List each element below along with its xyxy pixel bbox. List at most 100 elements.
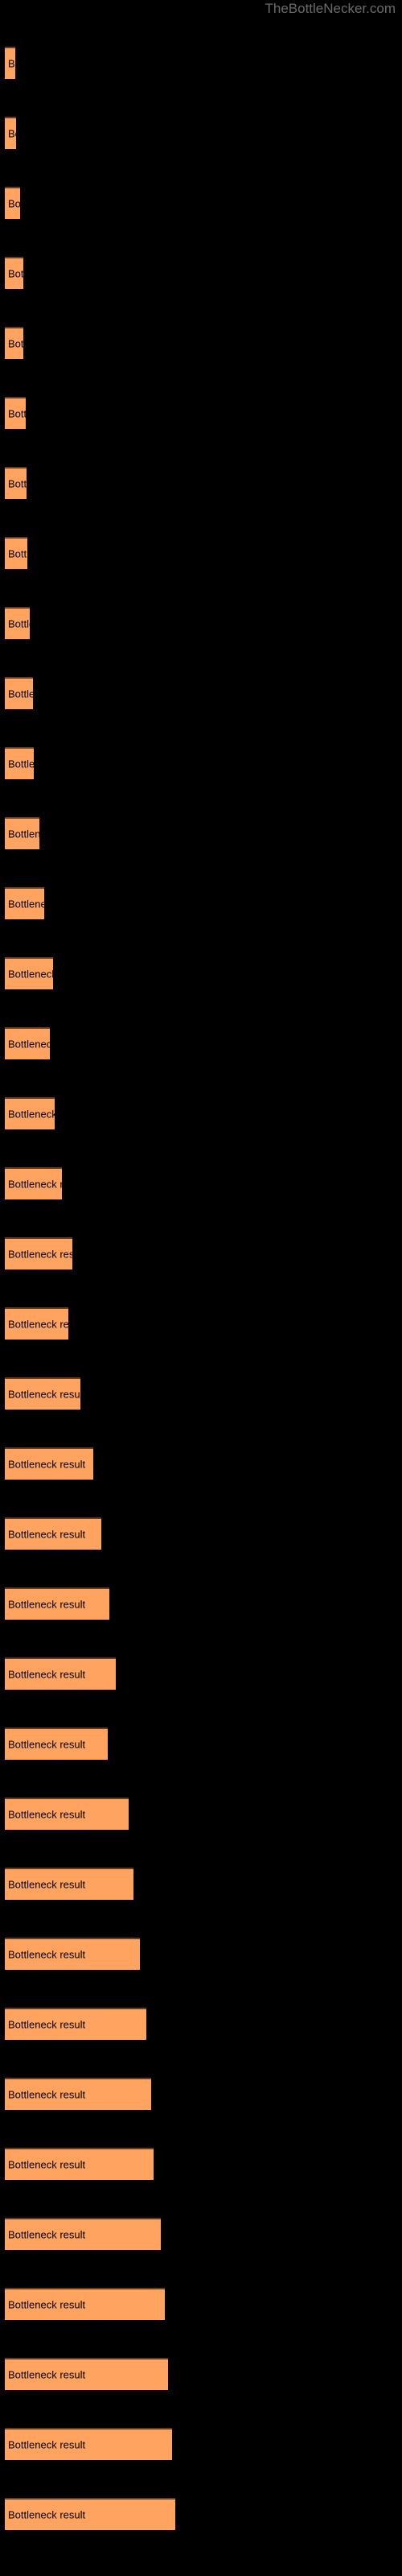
bar[interactable]: Bottleneck result: [5, 257, 23, 289]
bar[interactable]: Bottleneck result: [5, 1657, 116, 1690]
bar[interactable]: Bottleneck result: [5, 467, 27, 499]
bar-row: Bottleneck result: [0, 1167, 402, 1199]
bar-row: Bottleneck result: [0, 677, 402, 709]
bar-row: Bottleneck result: [0, 1798, 402, 1830]
bar-label: Bottleneck result: [8, 1808, 86, 1821]
bar-row: Bottleneck result: [0, 817, 402, 849]
bar-row: Bottleneck result: [0, 2078, 402, 2110]
bar-row: Bottleneck result: [0, 1587, 402, 1620]
bar-label: Bottleneck result: [8, 2508, 86, 2521]
bar-row: Bottleneck result: [0, 2358, 402, 2390]
bar-row: Bottleneck result: [0, 1027, 402, 1059]
bar-row: Bottleneck result: [0, 887, 402, 919]
bar[interactable]: Bottleneck result: [5, 397, 26, 429]
bar[interactable]: Bottleneck result: [5, 1167, 62, 1199]
bar-row: Bottleneck result: [0, 537, 402, 569]
bar[interactable]: Bottleneck result: [5, 1798, 129, 1830]
bar-label: Bottleneck result: [8, 2018, 86, 2031]
bar-row: Bottleneck result: [0, 2008, 402, 2040]
bar[interactable]: Bottleneck result: [5, 1097, 55, 1129]
bar-label: Bottleneck result: [8, 1948, 86, 1961]
bar[interactable]: Bottleneck result: [5, 1938, 140, 1970]
bar-label: Bottleneck result: [8, 547, 27, 560]
bar[interactable]: Bottleneck result: [5, 47, 15, 79]
bar-row: Bottleneck result: [0, 1938, 402, 1970]
bar-row: Bottleneck result: [0, 117, 402, 149]
bar[interactable]: Bottleneck result: [5, 1377, 80, 1410]
bar-row: Bottleneck result: [0, 1517, 402, 1550]
bar[interactable]: Bottleneck result: [5, 2498, 175, 2530]
bar-label: Bottleneck result: [8, 828, 39, 840]
bar[interactable]: Bottleneck result: [5, 1728, 108, 1760]
bar-label: Bottleneck result: [8, 1458, 86, 1471]
bar[interactable]: Bottleneck result: [5, 607, 30, 639]
bar-label: Bottleneck result: [8, 2298, 86, 2311]
bar-row: Bottleneck result: [0, 1377, 402, 1410]
bar[interactable]: Bottleneck result: [5, 1868, 133, 1900]
bar-row: Bottleneck result: [0, 1868, 402, 1900]
bar-label: Bottleneck result: [8, 197, 20, 210]
bar-row: Bottleneck result: [0, 1657, 402, 1690]
bar[interactable]: Bottleneck result: [5, 1447, 93, 1480]
bar-label: Bottleneck result: [8, 1248, 72, 1261]
bar[interactable]: Bottleneck result: [5, 2078, 151, 2110]
bar-label: Bottleneck result: [8, 617, 30, 630]
bar-label: Bottleneck result: [8, 1598, 86, 1611]
bar[interactable]: Bottleneck result: [5, 2008, 146, 2040]
bar-label: Bottleneck result: [8, 407, 26, 420]
bar-label: Bottleneck result: [8, 2158, 86, 2171]
bar-row: Bottleneck result: [0, 2288, 402, 2320]
bar-row: Bottleneck result: [0, 2148, 402, 2180]
bar-label: Bottleneck result: [8, 477, 27, 490]
bar[interactable]: Bottleneck result: [5, 2288, 165, 2320]
bar-label: Bottleneck result: [8, 2088, 86, 2101]
bar-chart-plot-area: Bottleneck result Bottleneck result Bottle…: [0, 0, 402, 2576]
bar[interactable]: Bottleneck result: [5, 327, 23, 359]
bar-row: Bottleneck result: [0, 1728, 402, 1760]
bar-row: Bottleneck result: [0, 187, 402, 219]
bar-label: Bottleneck result: [8, 1738, 86, 1751]
bar[interactable]: Bottleneck result: [5, 747, 34, 779]
chart-root: TheBottleNecker.com Bottleneck resultBot…: [0, 0, 402, 2576]
bar-label: Bottleneck result: [8, 127, 16, 140]
bar-row: Bottleneck result: [0, 467, 402, 499]
bar-row: Bottleneck result: [0, 2218, 402, 2250]
bar-label: Bottleneck result: [8, 1108, 55, 1121]
bar[interactable]: Bottleneck result: [5, 887, 44, 919]
bar-row: Bottleneck result: [0, 607, 402, 639]
bar-label: Bottleneck result: [8, 267, 23, 280]
bar[interactable]: Bottleneck result: [5, 957, 53, 989]
bar-row: Bottleneck result: [0, 747, 402, 779]
bar-row: Bottleneck result: [0, 1307, 402, 1340]
bar[interactable]: Bottleneck result: [5, 187, 20, 219]
bar[interactable]: Bottleneck result: [5, 537, 27, 569]
bar[interactable]: Bottleneck result: [5, 817, 39, 849]
bar-label: Bottleneck result: [8, 337, 23, 350]
bar-label: Bottleneck result: [8, 968, 53, 980]
bar[interactable]: Bottleneck result: [5, 1307, 68, 1340]
bar[interactable]: Bottleneck result: [5, 1027, 50, 1059]
bar[interactable]: Bottleneck result: [5, 117, 16, 149]
bar-label: Bottleneck result: [8, 758, 34, 770]
bar-label: Bottleneck result: [8, 1878, 86, 1891]
bar[interactable]: Bottleneck result: [5, 1237, 72, 1269]
bar-label: Bottleneck result: [8, 687, 33, 700]
bar-label: Bottleneck result: [8, 1178, 62, 1191]
bar[interactable]: Bottleneck result: [5, 1587, 109, 1620]
bar-row: Bottleneck result: [0, 957, 402, 989]
bar[interactable]: Bottleneck result: [5, 2428, 172, 2460]
bar[interactable]: Bottleneck result: [5, 2358, 168, 2390]
bar[interactable]: Bottleneck result: [5, 2148, 154, 2180]
bar-label: Bottleneck result: [8, 57, 15, 70]
bar-label: Bottleneck result: [8, 2438, 86, 2451]
bar[interactable]: Bottleneck result: [5, 2218, 161, 2250]
bar-row: Bottleneck result: [0, 47, 402, 79]
bar-row: Bottleneck result: [0, 257, 402, 289]
bar[interactable]: Bottleneck result: [5, 1517, 101, 1550]
bar-label: Bottleneck result: [8, 1388, 80, 1401]
bar-label: Bottleneck result: [8, 1038, 50, 1051]
bar[interactable]: Bottleneck result: [5, 677, 33, 709]
bar-row: Bottleneck result: [0, 1237, 402, 1269]
bar-label: Bottleneck result: [8, 2228, 86, 2241]
bar-row: Bottleneck result: [0, 2498, 402, 2530]
